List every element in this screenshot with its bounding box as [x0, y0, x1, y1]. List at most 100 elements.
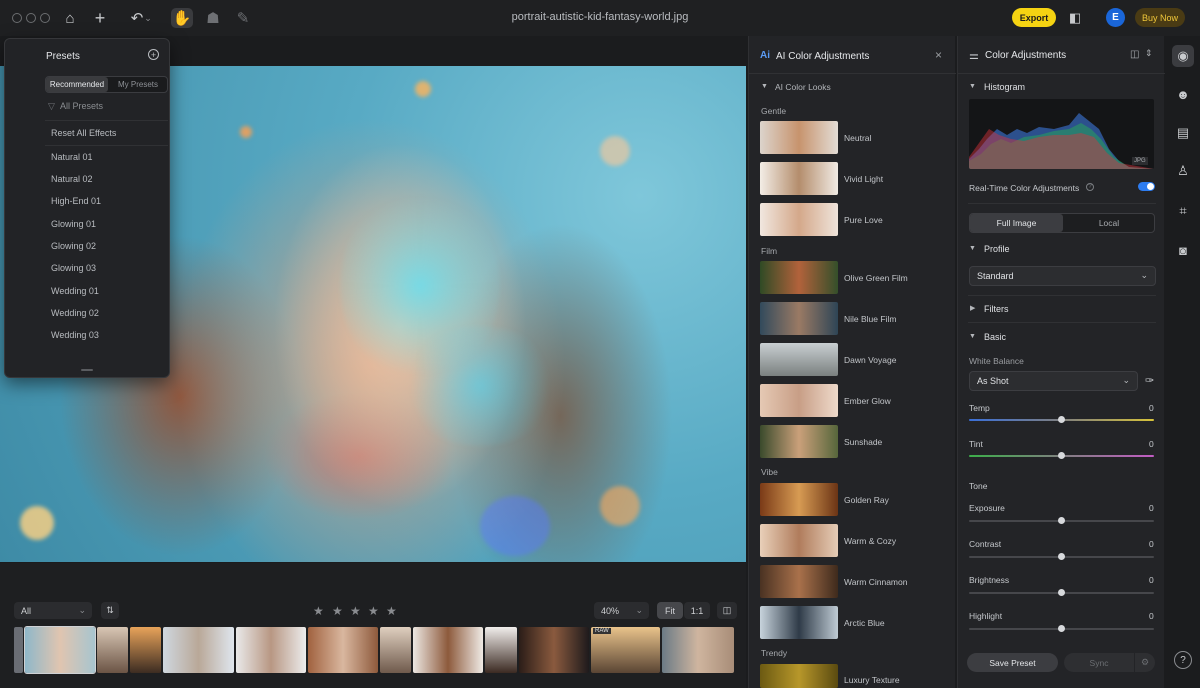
star-icon[interactable]: ★	[368, 604, 379, 618]
layout-icon[interactable]: ◫	[1130, 49, 1139, 60]
tab-local[interactable]: Local	[1063, 214, 1155, 232]
minimize-window-button[interactable]	[26, 13, 36, 23]
slider-knob[interactable]	[1058, 553, 1065, 560]
filmstrip-thumbnail[interactable]	[662, 627, 734, 673]
look-label[interactable]: Sunshade	[844, 437, 882, 447]
collapse-arrow-icon[interactable]: ▼	[969, 333, 976, 340]
expand-icon[interactable]: ⇕	[1145, 48, 1153, 59]
star-icon[interactable]: ★	[350, 604, 361, 618]
look-thumbnail[interactable]	[760, 384, 838, 417]
hand-tool-icon[interactable]: ✋	[171, 8, 193, 28]
list-item[interactable]: Wedding 03	[51, 330, 99, 340]
look-thumbnail[interactable]	[760, 664, 838, 688]
look-thumbnail[interactable]	[760, 203, 838, 236]
look-label[interactable]: Ember Glow	[844, 396, 891, 406]
compare-icon[interactable]: ◧	[1064, 8, 1086, 28]
look-label[interactable]: Pure Love	[844, 215, 883, 225]
list-item[interactable]: Glowing 01	[51, 219, 96, 229]
highlight-slider[interactable]	[969, 625, 1154, 632]
face-retouch-icon[interactable]: ☻	[1172, 83, 1194, 105]
filmstrip-thumbnail[interactable]	[130, 627, 161, 673]
buy-now-button[interactable]: Buy Now	[1135, 8, 1185, 27]
filmstrip-thumbnail[interactable]	[413, 627, 483, 673]
list-item[interactable]: Wedding 01	[51, 286, 99, 296]
chevron-down-icon[interactable]: ⌄	[142, 8, 154, 28]
list-item[interactable]: Glowing 03	[51, 263, 96, 273]
add-icon[interactable]: +	[89, 8, 111, 28]
look-label[interactable]: Warm Cinnamon	[844, 577, 907, 587]
filmstrip-thumbnail[interactable]	[308, 627, 378, 673]
list-item[interactable]: High-End 01	[51, 196, 101, 206]
profile-select[interactable]: Standard ⌄	[969, 266, 1156, 286]
filmstrip-filter-select[interactable]: All ⌄	[14, 602, 92, 619]
tab-recommended[interactable]: Recommended	[46, 77, 108, 92]
temp-slider[interactable]	[969, 416, 1154, 423]
filmstrip-thumbnail[interactable]	[14, 627, 23, 673]
filter-icon[interactable]: ▽	[48, 101, 55, 112]
list-item[interactable]: Wedding 02	[51, 308, 99, 318]
color-palette-icon[interactable]: ◉	[1172, 45, 1194, 67]
zoom-select[interactable]: 40% ⌄	[594, 602, 649, 619]
close-icon[interactable]: ×	[935, 48, 942, 62]
collapse-arrow-icon[interactable]: ▼	[969, 83, 976, 90]
look-thumbnail[interactable]	[760, 606, 838, 639]
zoom-window-button[interactable]	[40, 13, 50, 23]
resize-handle[interactable]	[81, 369, 93, 371]
sort-icon[interactable]: ⇅	[101, 602, 119, 619]
star-icon[interactable]: ★	[332, 604, 343, 618]
tab-full-image[interactable]: Full Image	[970, 214, 1063, 232]
eyedropper-icon[interactable]: ✑	[1145, 374, 1154, 387]
one-to-one-button[interactable]: 1:1	[684, 602, 710, 619]
add-preset-icon[interactable]: +	[148, 49, 159, 60]
slider-knob[interactable]	[1058, 452, 1065, 459]
filmstrip-thumbnail[interactable]	[97, 627, 128, 673]
profile-header[interactable]: Profile	[984, 244, 1010, 254]
tint-slider[interactable]	[969, 452, 1154, 459]
tab-my-presets[interactable]: My Presets	[108, 77, 168, 92]
slider-knob[interactable]	[1058, 416, 1065, 423]
look-thumbnail[interactable]	[760, 121, 838, 154]
camera-icon[interactable]: ◙	[1172, 239, 1194, 261]
look-thumbnail[interactable]	[760, 261, 838, 294]
basic-header[interactable]: Basic	[984, 332, 1006, 342]
export-button[interactable]: Export	[1012, 8, 1056, 27]
look-label[interactable]: Vivid Light	[844, 174, 883, 184]
look-thumbnail[interactable]	[760, 425, 838, 458]
save-preset-button[interactable]: Save Preset	[967, 653, 1058, 672]
collapse-arrow-icon[interactable]: ▼	[761, 83, 768, 90]
look-label[interactable]: Arctic Blue	[844, 618, 885, 628]
list-item[interactable]: Natural 01	[51, 152, 93, 162]
help-icon[interactable]: ?	[1086, 183, 1094, 191]
exposure-slider[interactable]	[969, 517, 1154, 524]
look-label[interactable]: Olive Green Film	[844, 273, 908, 283]
look-thumbnail[interactable]	[760, 565, 838, 598]
fit-button[interactable]: Fit	[657, 602, 683, 619]
sync-settings-icon[interactable]: ⚙	[1135, 653, 1155, 672]
look-thumbnail[interactable]	[760, 343, 838, 376]
filmstrip-thumbnail[interactable]	[519, 627, 589, 673]
filmstrip-thumbnail[interactable]	[380, 627, 411, 673]
look-label[interactable]: Nile Blue Film	[844, 314, 896, 324]
realtime-toggle[interactable]	[1138, 182, 1155, 191]
home-icon[interactable]: ⌂	[59, 8, 81, 28]
look-label[interactable]: Warm & Cozy	[844, 536, 896, 546]
filters-header[interactable]: Filters	[984, 304, 1009, 314]
filmstrip-thumbnail[interactable]	[485, 627, 517, 673]
look-label[interactable]: Luxury Texture	[844, 675, 900, 685]
ai-looks-section[interactable]: AI Color Looks	[775, 82, 831, 92]
close-window-button[interactable]	[12, 13, 22, 23]
reset-all-effects[interactable]: Reset All Effects	[51, 128, 116, 138]
white-balance-select[interactable]: As Shot ⌄	[969, 371, 1138, 391]
brightness-slider[interactable]	[969, 589, 1154, 596]
star-icon[interactable]: ★	[313, 604, 324, 618]
look-thumbnail[interactable]	[760, 483, 838, 516]
retouch-tool-icon[interactable]: ☗	[202, 8, 224, 28]
avatar[interactable]: E	[1106, 8, 1125, 27]
sync-button[interactable]: Sync	[1064, 653, 1134, 672]
look-label[interactable]: Dawn Voyage	[844, 355, 896, 365]
background-icon[interactable]: ▤	[1172, 122, 1194, 144]
filmstrip-thumbnail[interactable]	[236, 627, 306, 673]
list-item[interactable]: Glowing 02	[51, 241, 96, 251]
bandage-tool-icon[interactable]: ✎	[232, 8, 254, 28]
look-thumbnail[interactable]	[760, 162, 838, 195]
